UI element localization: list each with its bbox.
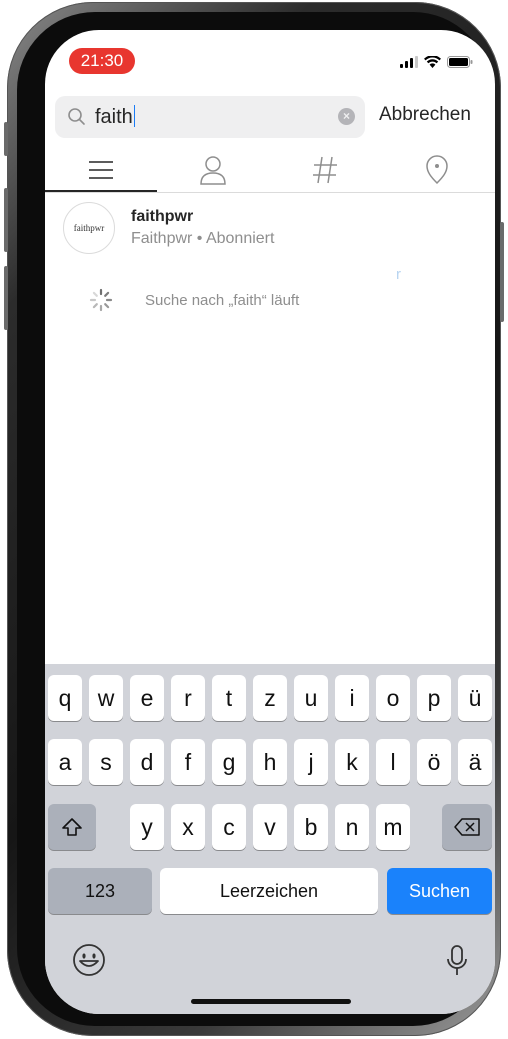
location-pin-icon (426, 155, 448, 185)
list-icon (89, 161, 113, 179)
key-s[interactable]: s (89, 739, 123, 785)
avatar[interactable]: faithpwr (63, 202, 115, 254)
key-ae[interactable]: ä (458, 739, 492, 785)
numbers-key[interactable]: 123 (48, 868, 152, 914)
key-v[interactable]: v (253, 804, 287, 850)
key-z[interactable]: z (253, 675, 287, 721)
search-query-text: faith (95, 106, 133, 128)
search-field[interactable]: faith × (55, 96, 365, 138)
key-oe[interactable]: ö (417, 739, 451, 785)
tab-top[interactable] (45, 148, 157, 192)
key-m[interactable]: m (376, 804, 410, 850)
mute-switch (4, 122, 8, 156)
dictation-key[interactable] (445, 944, 469, 978)
search-icon (68, 108, 85, 125)
space-key[interactable]: Leerzeichen (160, 868, 378, 914)
key-l[interactable]: l (376, 739, 410, 785)
search-return-key[interactable]: Suchen (387, 868, 492, 914)
key-r[interactable]: r (171, 675, 205, 721)
avatar-logo-text: faithpwr (73, 223, 105, 233)
search-input[interactable]: faith (95, 105, 136, 129)
tab-accounts[interactable] (157, 148, 269, 192)
result-subtitle: Faithpwr • Abonniert (131, 230, 275, 247)
stray-character: r (396, 266, 401, 283)
text-caret (133, 105, 136, 127)
key-a[interactable]: a (48, 739, 82, 785)
key-n[interactable]: n (335, 804, 369, 850)
person-icon (200, 156, 226, 185)
shift-icon (62, 818, 82, 836)
loading-spinner-icon (89, 288, 113, 312)
microphone-icon (447, 945, 467, 975)
phone-frame: 21:30 f a ith × Abbrechen faithpwr faithpw… (4, 2, 504, 1036)
searching-status-text: Suche nach „faith“ läuft (145, 292, 300, 309)
battery-icon (447, 56, 473, 68)
emoji-key[interactable] (72, 943, 106, 977)
hashtag-icon (313, 156, 337, 184)
key-o[interactable]: o (376, 675, 410, 721)
key-g[interactable]: g (212, 739, 246, 785)
key-i[interactable]: i (335, 675, 369, 721)
home-indicator[interactable] (191, 999, 351, 1004)
search-tabs (45, 148, 495, 192)
status-icons (400, 54, 473, 70)
status-time[interactable]: 21:30 (69, 48, 135, 74)
wifi-icon (424, 56, 441, 68)
power-button (500, 222, 504, 322)
emoji-icon (73, 944, 105, 976)
key-y[interactable]: y (130, 804, 164, 850)
cancel-button[interactable]: Abbrechen (379, 104, 471, 126)
key-u[interactable]: u (294, 675, 328, 721)
key-c[interactable]: c (212, 804, 246, 850)
key-q[interactable]: q (48, 675, 82, 721)
clear-search-icon[interactable]: × (338, 108, 355, 125)
keyboard: q w e r t z u i o p ü a s d f g h j k l … (45, 664, 495, 1014)
tab-places[interactable] (381, 148, 493, 192)
key-f[interactable]: f (171, 739, 205, 785)
volume-down-button (4, 266, 8, 330)
key-w[interactable]: w (89, 675, 123, 721)
screen: 21:30 f a ith × Abbrechen faithpwr faithpw… (45, 30, 495, 1014)
shift-key[interactable] (48, 804, 96, 850)
key-h[interactable]: h (253, 739, 287, 785)
backspace-icon (454, 818, 480, 836)
backspace-key[interactable] (442, 804, 492, 850)
result-username[interactable]: faithpwr (131, 208, 193, 226)
key-k[interactable]: k (335, 739, 369, 785)
key-e[interactable]: e (130, 675, 164, 721)
key-t[interactable]: t (212, 675, 246, 721)
volume-up-button (4, 188, 8, 252)
key-d[interactable]: d (130, 739, 164, 785)
key-b[interactable]: b (294, 804, 328, 850)
tabs-divider (45, 192, 495, 193)
key-ue[interactable]: ü (458, 675, 492, 721)
key-p[interactable]: p (417, 675, 451, 721)
key-j[interactable]: j (294, 739, 328, 785)
key-x[interactable]: x (171, 804, 205, 850)
tab-tags[interactable] (269, 148, 381, 192)
cellular-signal-icon (400, 56, 418, 68)
